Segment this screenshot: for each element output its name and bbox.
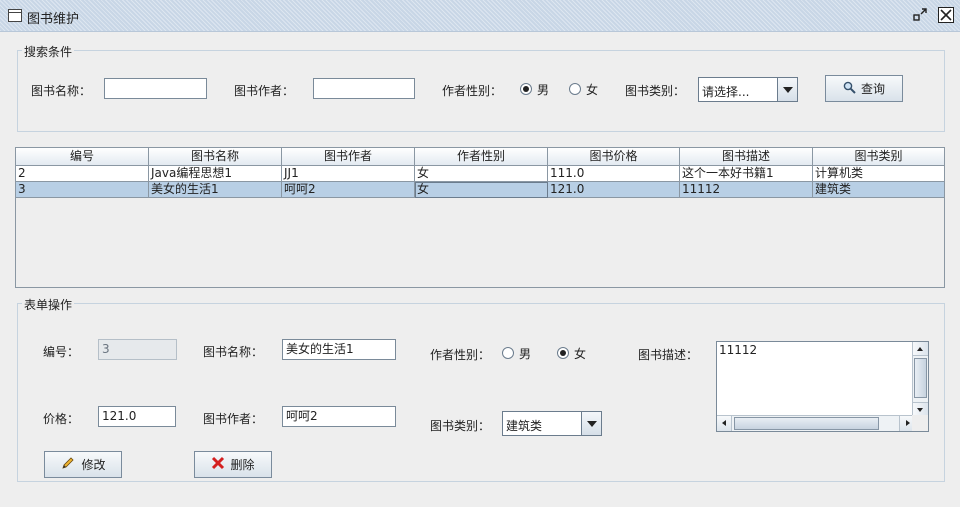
edit-button-label: 修改 [81, 458, 106, 472]
table-cell[interactable]: 3 [16, 182, 149, 198]
table-cell[interactable]: 美女的生活1 [149, 182, 282, 198]
form-type-label: 图书类别： [430, 419, 491, 433]
table-cell[interactable]: Java编程思想1 [149, 166, 282, 182]
table-body[interactable]: 2 Java编程思想1 JJ1 女 111.0 这个一本好书籍1 计算机类 3 美女的生活1 呵呵… [16, 166, 945, 198]
search-author-input[interactable] [313, 78, 415, 99]
search-type-label: 图书类别： [625, 84, 686, 98]
search-name-label: 图书名称： [31, 84, 92, 98]
delete-button[interactable]: 删除 [194, 451, 272, 478]
form-id-label: 编号： [43, 345, 80, 359]
search-female-radio[interactable]: 女 [569, 81, 598, 97]
form-male-label: 男 [519, 346, 532, 361]
chevron-down-icon[interactable] [777, 78, 797, 101]
form-female-radio[interactable]: 女 [557, 345, 586, 361]
search-type-value: 请选择... [702, 85, 750, 99]
pencil-icon [60, 455, 76, 474]
table-cell[interactable]: 呵呵2 [282, 182, 415, 198]
column-header[interactable]: 图书价格 [548, 148, 680, 166]
table-cell[interactable]: 2 [16, 166, 149, 182]
radio-unselected-icon [569, 83, 581, 95]
form-id-field: 3 [98, 339, 177, 360]
search-male-radio[interactable]: 男 [520, 81, 549, 97]
table-cell[interactable]: JJ1 [282, 166, 415, 182]
table-cell[interactable]: 这个一本好书籍1 [680, 166, 813, 182]
form-female-label: 女 [574, 346, 587, 361]
form-name-label: 图书名称： [203, 345, 264, 359]
table-cell[interactable]: 建筑类 [813, 182, 945, 198]
radio-selected-icon [520, 83, 532, 95]
vertical-scrollbar[interactable] [912, 342, 928, 416]
column-header[interactable]: 图书名称 [149, 148, 282, 166]
chevron-down-icon[interactable] [581, 412, 601, 435]
form-desc-value: 11112 [719, 343, 758, 357]
title-bar: 图书维护 [0, 0, 960, 32]
scroll-up-icon[interactable] [913, 342, 928, 356]
search-name-input[interactable] [104, 78, 207, 99]
close-icon[interactable] [938, 7, 954, 23]
form-author-input[interactable]: 呵呵2 [282, 406, 396, 427]
table-row[interactable]: 3 美女的生活1 呵呵2 女 121.0 11112 建筑类 [16, 182, 945, 198]
query-button-label: 查询 [860, 82, 885, 96]
form-type-select[interactable]: 建筑类 [502, 411, 602, 436]
table-header: 编号 图书名称 图书作者 作者性别 图书价格 图书描述 图书类别 [16, 148, 945, 166]
magnifier-icon [843, 81, 856, 97]
form-name-input[interactable]: 美女的生活1 [282, 339, 396, 360]
search-legend: 搜索条件 [22, 43, 75, 60]
table-cell[interactable]: 111.0 [548, 166, 680, 182]
restore-icon[interactable] [912, 7, 928, 23]
search-author-label: 图书作者： [234, 84, 295, 98]
scroll-corner [912, 415, 928, 431]
form-price-input[interactable]: 121.0 [98, 406, 176, 427]
red-x-icon [211, 456, 225, 473]
search-female-label: 女 [586, 82, 599, 97]
form-gender-label: 作者性别： [430, 348, 491, 362]
table-cell[interactable]: 121.0 [548, 182, 680, 198]
form-price-label: 价格： [43, 412, 80, 426]
column-header[interactable]: 图书描述 [680, 148, 813, 166]
window-icon [8, 9, 22, 22]
form-desc-textarea[interactable]: 11112 [716, 341, 929, 432]
edit-button[interactable]: 修改 [44, 451, 122, 478]
scroll-down-icon[interactable] [913, 402, 928, 416]
column-header[interactable]: 作者性别 [415, 148, 548, 166]
search-type-select[interactable]: 请选择... [698, 77, 798, 102]
column-header[interactable]: 编号 [16, 148, 149, 166]
horizontal-scrollbar[interactable] [717, 415, 914, 431]
column-header[interactable]: 图书类别 [813, 148, 945, 166]
search-male-label: 男 [537, 82, 550, 97]
query-button[interactable]: 查询 [825, 75, 903, 102]
radio-selected-icon [557, 347, 569, 359]
table-cell[interactable]: 11112 [680, 182, 813, 198]
column-header[interactable]: 图书作者 [282, 148, 415, 166]
form-author-label: 图书作者： [203, 412, 264, 426]
form-legend: 表单操作 [22, 296, 75, 313]
delete-button-label: 删除 [230, 458, 255, 472]
book-table[interactable]: 编号 图书名称 图书作者 作者性别 图书价格 图书描述 图书类别 2 Java编程思想1 JJ1… [15, 147, 945, 288]
table-cell[interactable]: 女 [415, 182, 548, 198]
form-type-value: 建筑类 [506, 419, 543, 433]
table-cell[interactable]: 计算机类 [813, 166, 945, 182]
scroll-thumb[interactable] [914, 358, 927, 398]
table-row[interactable]: 2 Java编程思想1 JJ1 女 111.0 这个一本好书籍1 计算机类 [16, 166, 945, 182]
radio-unselected-icon [502, 347, 514, 359]
form-male-radio[interactable]: 男 [502, 345, 531, 361]
scroll-left-icon[interactable] [717, 416, 732, 431]
scroll-thumb[interactable] [734, 417, 879, 430]
search-gender-label: 作者性别： [442, 84, 503, 98]
window-title: 图书维护 [27, 12, 80, 27]
table-cell[interactable]: 女 [415, 166, 548, 182]
form-desc-label: 图书描述： [638, 348, 699, 362]
